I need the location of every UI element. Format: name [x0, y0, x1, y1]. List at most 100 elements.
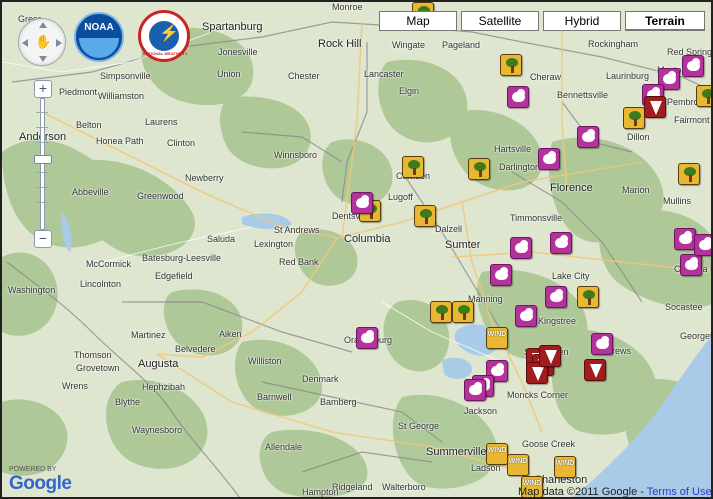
hail-report-marker[interactable] — [356, 327, 378, 349]
hail-report-marker[interactable] — [694, 234, 711, 256]
place-label: Hartsville — [494, 144, 532, 154]
zoom-tick — [36, 172, 48, 173]
place-label: Moncks Corner — [507, 390, 569, 400]
place-label: Timmonsville — [510, 213, 563, 223]
map-type-hybrid-button[interactable]: Hybrid — [543, 11, 621, 31]
place-label: Bamberg — [320, 397, 357, 407]
place-label: Williamston — [98, 91, 145, 101]
tree-damage-marker[interactable] — [577, 286, 599, 308]
tornado-report-marker[interactable] — [584, 359, 606, 381]
place-label: Edgefield — [155, 271, 193, 281]
google-branding[interactable]: POWERED BY Google — [9, 466, 72, 494]
map-type-satellite-button[interactable]: Satellite — [461, 11, 539, 31]
place-label: Dalzell — [435, 224, 463, 234]
place-label: Laurinburg — [606, 71, 650, 81]
place-label: Piedmont — [59, 87, 98, 97]
place-label: Belvedere — [175, 344, 216, 354]
place-label: Aiken — [219, 329, 242, 339]
storm-report-map[interactable]: Spartanburg Rock Hill Greer Jonesville S… — [0, 0, 713, 499]
zoom-slider-track[interactable] — [40, 98, 45, 230]
tornado-report-marker[interactable] — [539, 345, 561, 367]
lightning-icon: ⚡ — [159, 25, 179, 42]
place-label: Fairmont — [674, 115, 710, 125]
place-label: Lincolnton — [80, 279, 122, 289]
pan-right-icon[interactable] — [56, 39, 62, 47]
map-type-terrain-button[interactable]: Terrain — [625, 11, 705, 31]
place-label: Bennettsville — [557, 90, 609, 100]
place-label: Grovetown — [76, 363, 120, 373]
nws-logo: ⚡ NATIONAL WEATHER SERVICE — [138, 10, 190, 62]
place-label: Mullins — [663, 196, 692, 206]
place-label: Kingstree — [538, 316, 577, 326]
place-label: Georgetown — [680, 331, 713, 341]
place-label: Honea Path — [96, 136, 144, 146]
hail-report-marker[interactable] — [680, 254, 702, 276]
wind-label: WIND — [508, 458, 528, 465]
pan-down-icon[interactable] — [39, 56, 47, 62]
place-label: Summerville — [426, 446, 487, 458]
hail-report-marker[interactable] — [674, 228, 696, 250]
place-label: Clinton — [167, 138, 196, 148]
tree-damage-marker[interactable] — [452, 301, 474, 323]
tree-damage-marker[interactable] — [414, 205, 436, 227]
place-label: Lake City — [552, 271, 590, 281]
place-label: Socastee — [665, 302, 703, 312]
zoom-slider-thumb[interactable] — [34, 155, 52, 164]
hail-report-marker[interactable] — [515, 305, 537, 327]
tree-damage-marker[interactable] — [402, 156, 424, 178]
hail-report-marker[interactable] — [538, 148, 560, 170]
google-logo: Google — [9, 473, 72, 494]
pan-left-icon[interactable] — [22, 39, 28, 47]
hail-report-marker[interactable] — [682, 55, 704, 77]
wind-report-marker[interactable]: WIND — [486, 327, 508, 349]
tree-damage-marker[interactable] — [500, 54, 522, 76]
wind-report-marker[interactable]: WIND — [486, 443, 508, 465]
hail-report-marker[interactable] — [591, 333, 613, 355]
tree-damage-marker[interactable] — [468, 158, 490, 180]
terms-of-use-link[interactable]: Terms of Use — [647, 486, 711, 497]
place-label: Augusta — [138, 358, 179, 370]
zoom-tick — [36, 112, 48, 113]
pan-control[interactable]: ✋ — [18, 18, 66, 66]
place-label: Cheraw — [530, 72, 562, 82]
place-label: Rockingham — [588, 39, 639, 49]
place-label: McCormick — [86, 259, 131, 269]
place-label: Goose Creek — [522, 439, 576, 449]
hail-report-marker[interactable] — [550, 232, 572, 254]
noaa-logo-wave — [79, 38, 119, 58]
map-type-map-button[interactable]: Map — [379, 11, 457, 31]
tree-damage-marker[interactable] — [623, 107, 645, 129]
place-label: Jonesville — [218, 47, 258, 57]
place-label: Washington — [8, 285, 56, 295]
place-label: Monroe — [332, 2, 363, 12]
wind-report-marker[interactable]: WIND — [554, 456, 576, 478]
zoom-tick — [36, 142, 48, 143]
pan-up-icon[interactable] — [39, 22, 47, 28]
hail-report-marker[interactable] — [464, 379, 486, 401]
hail-report-marker[interactable] — [510, 237, 532, 259]
hail-report-marker[interactable] — [351, 192, 373, 214]
hail-report-marker[interactable] — [507, 86, 529, 108]
hail-report-marker[interactable] — [545, 286, 567, 308]
zoom-tick — [36, 202, 48, 203]
place-label: Columbia — [344, 233, 391, 245]
place-label: Wingate — [392, 40, 426, 50]
hail-report-marker[interactable] — [577, 126, 599, 148]
place-label: Winnsboro — [274, 150, 318, 160]
wind-label: WIND — [555, 460, 575, 467]
place-label: Walterboro — [382, 482, 426, 492]
wind-report-marker[interactable]: WIND — [507, 454, 529, 476]
tornado-report-marker[interactable] — [644, 96, 666, 118]
place-label: Waynesboro — [132, 425, 183, 435]
zoom-in-button[interactable]: + — [34, 80, 52, 98]
place-label: Simpsonville — [100, 71, 151, 81]
place-label: Sumter — [445, 239, 481, 251]
zoom-out-button[interactable]: − — [34, 230, 52, 248]
wind-label: WIND — [487, 331, 507, 338]
tree-damage-marker[interactable] — [430, 301, 452, 323]
map-attribution: Map data ©2011 Google - Terms of Use — [518, 486, 711, 497]
place-label: Chester — [288, 71, 320, 81]
tree-damage-marker[interactable] — [678, 163, 700, 185]
tree-damage-marker[interactable] — [696, 85, 711, 107]
hail-report-marker[interactable] — [490, 264, 512, 286]
